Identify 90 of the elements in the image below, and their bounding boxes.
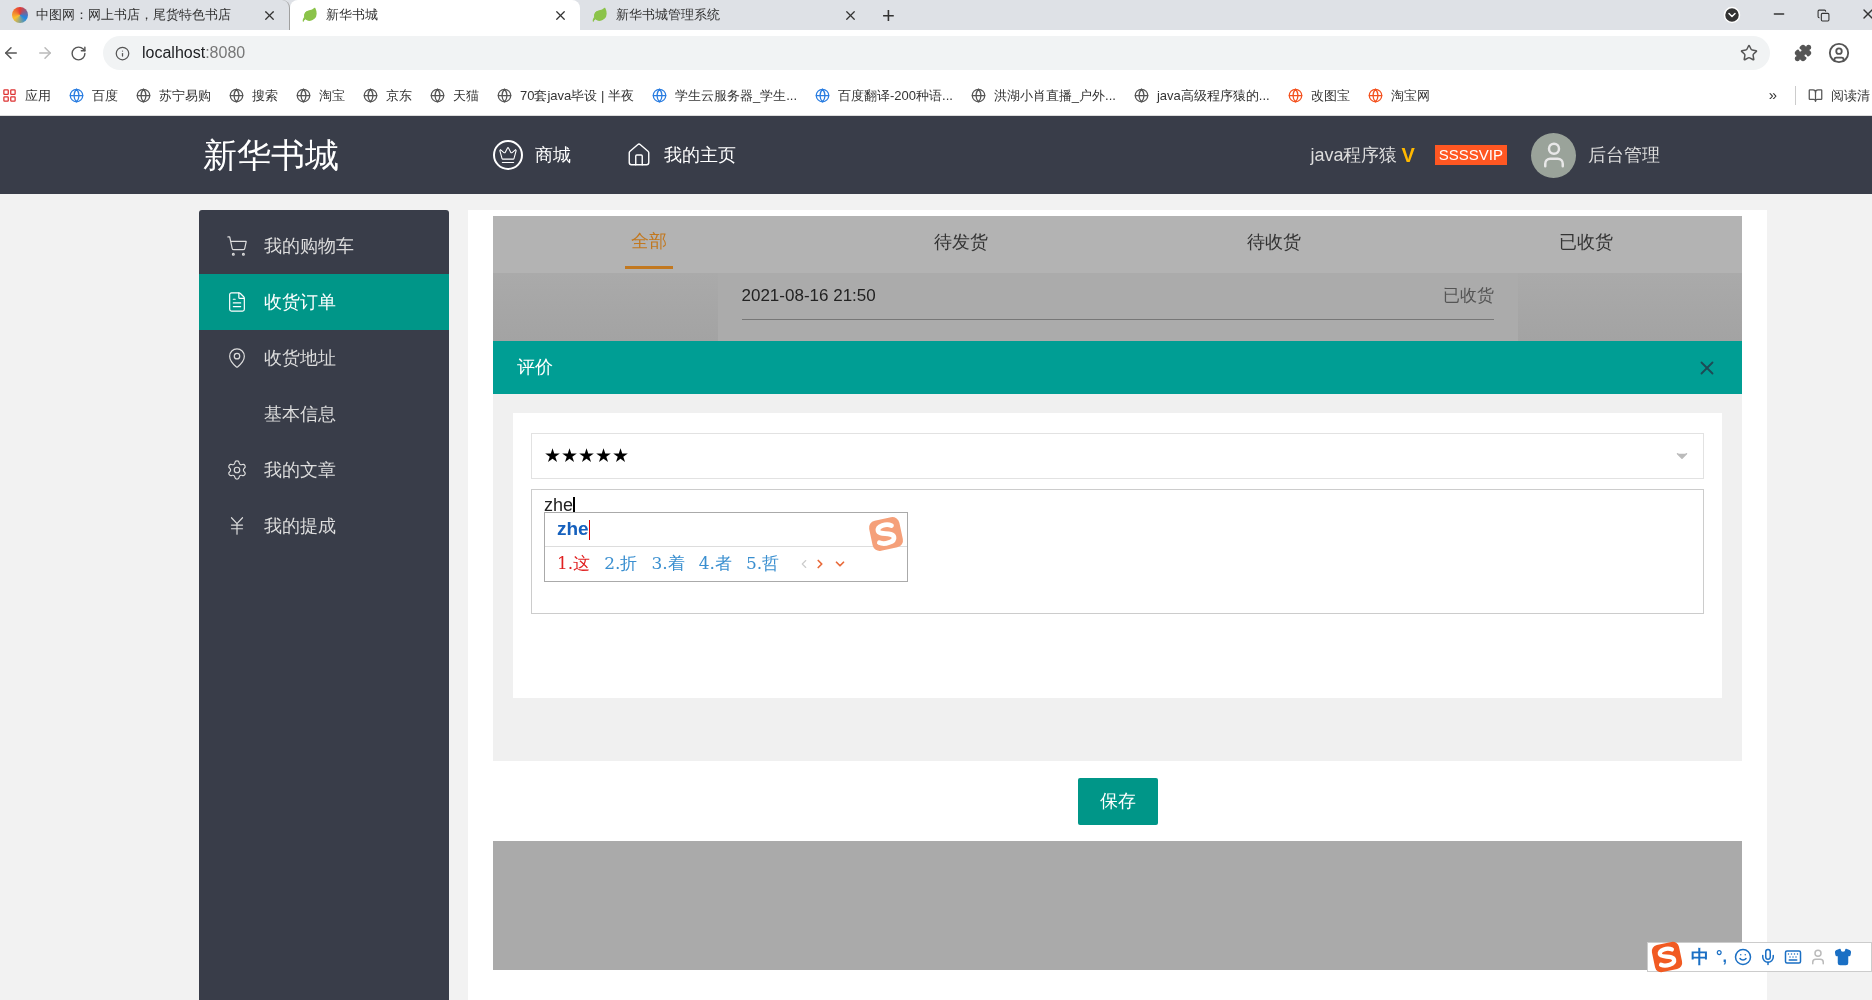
new-tab-button[interactable]: + <box>870 0 907 30</box>
globe-icon <box>229 88 244 103</box>
reload-icon[interactable] <box>70 44 87 62</box>
bookmark-item[interactable]: java高级程序猿的... <box>1133 85 1270 106</box>
browser-tab[interactable]: 新华书城 <box>290 0 580 30</box>
reading-list-icon[interactable] <box>1808 88 1823 103</box>
restore-icon[interactable] <box>1817 9 1830 22</box>
bookmark-item[interactable]: 苏宁易购 <box>136 85 211 106</box>
globe-icon <box>136 88 151 103</box>
reading-list-label[interactable]: 阅读清 <box>1831 85 1870 106</box>
bookmark-item[interactable]: 百度翻译-200种语... <box>815 85 953 106</box>
apps-grid-icon <box>2 88 17 103</box>
address-bar[interactable]: localhost:8080 <box>103 36 1770 70</box>
sidebar-item[interactable]: 基本信息 <box>199 386 449 442</box>
house-icon <box>626 142 652 168</box>
profile-icon[interactable] <box>1828 42 1850 64</box>
nav-link[interactable]: 我的主页 <box>626 141 736 169</box>
globe-icon <box>815 88 830 103</box>
save-button[interactable]: 保存 <box>1077 777 1158 825</box>
sidebar-item[interactable]: 我的提成 <box>199 498 449 554</box>
bookmark-item[interactable]: 淘宝 <box>296 85 345 106</box>
globe-icon <box>651 88 667 103</box>
sidebar-item[interactable]: 收货订单 <box>199 274 449 330</box>
comment-textarea[interactable]: zhe zhe 1.这 2.折 3.着 4.者 5.哲 <box>531 489 1704 614</box>
bookmark-item[interactable]: 70套java毕设 | 半夜 <box>497 85 634 106</box>
order-tab[interactable]: 已收货 <box>1552 216 1619 269</box>
nav-link[interactable]: 商城 <box>493 140 571 170</box>
leaf-icon <box>592 7 608 23</box>
sidebar-item[interactable]: 我的文章 <box>199 442 449 498</box>
globe-icon <box>1367 88 1383 103</box>
sogou-logo-icon[interactable] <box>1650 940 1684 974</box>
bookmark-item[interactable]: 改图宝 <box>1287 85 1350 106</box>
globe-icon <box>970 88 986 103</box>
username[interactable]: java程序猿 <box>1310 141 1398 169</box>
location-pin-icon <box>226 347 248 369</box>
globe-icon <box>363 88 378 103</box>
ime-candidate[interactable]: 2.折 <box>604 551 638 577</box>
bookmark-star-icon[interactable] <box>1740 44 1758 62</box>
admin-link[interactable]: 后台管理 <box>1588 141 1660 169</box>
sidebar-item[interactable]: 我的购物车 <box>199 218 449 274</box>
cart-icon <box>226 235 248 257</box>
tab-search-icon[interactable] <box>1723 6 1741 24</box>
punctuation-mode[interactable]: °, <box>1716 945 1727 969</box>
bookmark-item[interactable]: 百度 <box>69 85 118 106</box>
tab-title: 新华书城 <box>326 6 379 25</box>
bookmark-item[interactable]: 学生云服务器_学生... <box>651 85 797 106</box>
globe-icon <box>1133 88 1149 103</box>
ime-candidate[interactable]: 5.哲 <box>745 551 780 577</box>
bookmark-item[interactable]: 洪湖小肖直播_户外... <box>970 85 1116 106</box>
bookmarks-overflow-button[interactable]: » <box>1768 84 1777 107</box>
tab-title: 新华书城管理系统 <box>616 6 721 25</box>
dialog-title: 评价 <box>517 356 553 379</box>
keyboard-icon[interactable] <box>1783 948 1802 966</box>
order-tab[interactable]: 待发货 <box>928 216 995 269</box>
leaf-icon <box>302 7 318 23</box>
bookmark-item[interactable]: 搜索 <box>229 85 278 106</box>
vip-badge: SSSSVIP <box>1434 145 1507 165</box>
verified-mark: V <box>1401 143 1415 168</box>
globe-icon <box>497 88 512 103</box>
crown-icon <box>493 140 523 170</box>
rating-select[interactable]: ★★★★★ <box>531 433 1704 479</box>
bookmark-item[interactable]: 应用 <box>2 85 51 106</box>
site-logo[interactable]: 新华书城 <box>203 129 493 181</box>
info-icon <box>115 45 130 61</box>
globe-icon <box>1287 88 1303 103</box>
gear-icon <box>226 459 248 481</box>
tab-title: 中图网：网上书店，尾货特色书店 <box>36 6 232 25</box>
globe-icon <box>69 88 84 103</box>
globe-icon <box>430 88 445 103</box>
ime-composition: zhe <box>557 517 589 542</box>
document-icon <box>226 291 248 313</box>
order-tab[interactable]: 待收货 <box>1240 216 1307 269</box>
extensions-icon[interactable] <box>1794 44 1812 62</box>
bookmark-item[interactable]: 淘宝网 <box>1367 85 1430 106</box>
emoji-icon[interactable] <box>1733 948 1752 966</box>
site-logo-icon <box>12 7 28 23</box>
ime-candidate[interactable]: 4.者 <box>698 551 732 577</box>
shirt-icon[interactable] <box>1833 948 1852 966</box>
sidebar-item[interactable]: 收货地址 <box>199 330 449 386</box>
order-time: 2021-08-16 21:50 <box>741 285 876 307</box>
ime-candidate[interactable]: 1.这 <box>557 551 591 577</box>
bookmark-item[interactable]: 天猫 <box>430 85 479 106</box>
avatar[interactable] <box>1531 132 1576 178</box>
url-text: localhost:8080 <box>142 43 247 63</box>
input-mode[interactable]: 中 <box>1691 943 1709 971</box>
order-status: 已收货 <box>1442 285 1494 307</box>
back-icon[interactable] <box>2 44 20 62</box>
bookmark-item[interactable]: 京东 <box>363 85 412 106</box>
globe-icon <box>296 88 311 103</box>
ime-candidate[interactable]: 3.着 <box>651 551 685 577</box>
